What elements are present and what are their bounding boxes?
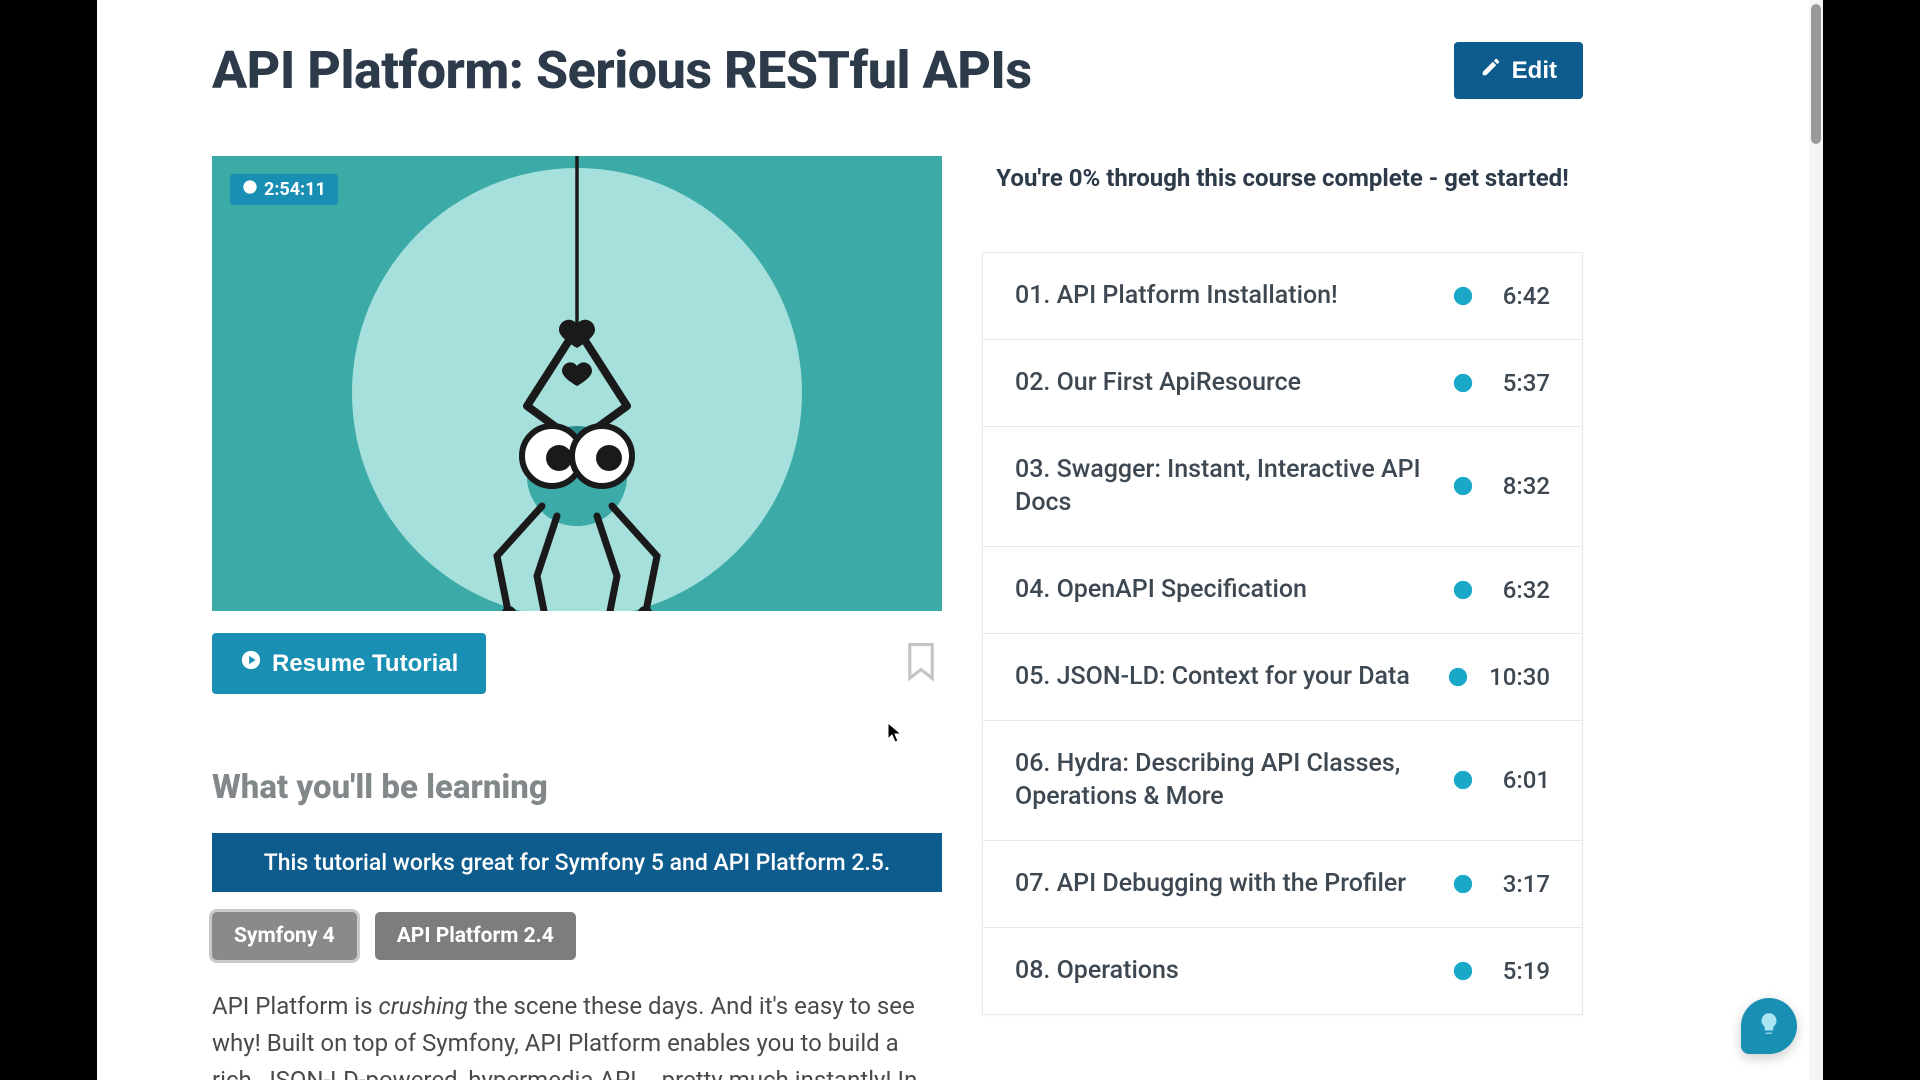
chapter-title: 08. Operations: [1015, 954, 1452, 988]
chapter-item[interactable]: 03. Swagger: Instant, Interactive API Do…: [983, 427, 1582, 548]
play-icon: [240, 649, 262, 678]
chapter-title: 01. API Platform Installation!: [1015, 279, 1452, 313]
page-viewport: API Platform: Serious RESTful APIs Edit: [97, 0, 1823, 1080]
scrollbar-thumb[interactable]: [1811, 4, 1821, 144]
duration-badge: 2:54:11: [230, 174, 338, 205]
desc-pre: API Platform is: [212, 992, 379, 1020]
chapter-time: 6:01: [1494, 766, 1550, 794]
clock-icon: [1452, 960, 1474, 982]
chapter-title: 06. Hydra: Describing API Classes, Opera…: [1015, 747, 1452, 815]
chapter-item[interactable]: 04. OpenAPI Specification 6:32: [983, 547, 1582, 634]
right-column: You're 0% through this course complete -…: [982, 156, 1583, 1080]
duration-text: 2:54:11: [264, 179, 326, 200]
bookmark-icon: [906, 667, 936, 686]
chapter-time: 5:19: [1494, 957, 1550, 985]
chapter-title: 05. JSON-LD: Context for your Data: [1015, 660, 1447, 694]
chapter-item[interactable]: 01. API Platform Installation! 6:42: [983, 253, 1582, 340]
chapter-item[interactable]: 05. JSON-LD: Context for your Data 10:30: [983, 634, 1582, 721]
chapter-item[interactable]: 06. Hydra: Describing API Classes, Opera…: [983, 721, 1582, 842]
clock-icon: [1452, 475, 1474, 497]
info-banner: This tutorial works great for Symfony 5 …: [212, 833, 942, 892]
chapter-list: 01. API Platform Installation! 6:42 02. Ou…: [982, 252, 1583, 1015]
clock-icon: [1452, 372, 1474, 394]
resume-button[interactable]: Resume Tutorial: [212, 633, 486, 694]
spider-illustration: [427, 156, 727, 611]
content-area: API Platform: Serious RESTful APIs Edit: [97, 0, 1823, 1080]
chapter-time: 8:32: [1494, 472, 1550, 500]
below-thumbnail-row: Resume Tutorial: [212, 633, 942, 694]
help-button[interactable]: [1741, 998, 1797, 1054]
chapter-item[interactable]: 07. API Debugging with the Profiler 3:17: [983, 841, 1582, 928]
desc-em: crushing: [379, 992, 468, 1020]
clock-icon: [1447, 666, 1469, 688]
scrollbar-track: [1809, 0, 1823, 1080]
chapter-title: 07. API Debugging with the Profiler: [1015, 867, 1452, 901]
chapter-title: 02. Our First ApiResource: [1015, 366, 1452, 400]
main-row: 2:54:11 Resume Tutorial: [212, 156, 1773, 1080]
header-row: API Platform: Serious RESTful APIs Edit: [212, 40, 1773, 101]
clock-icon: [1452, 579, 1474, 601]
chapter-item[interactable]: 08. Operations 5:19: [983, 928, 1582, 1015]
tag-api-platform[interactable]: API Platform 2.4: [375, 912, 576, 960]
edit-icon: [1480, 56, 1502, 85]
learning-heading: What you'll be learning: [212, 768, 942, 807]
progress-message: You're 0% through this course complete -…: [982, 164, 1583, 192]
chapter-title: 04. OpenAPI Specification: [1015, 573, 1452, 607]
course-thumbnail[interactable]: 2:54:11: [212, 156, 942, 611]
edit-button[interactable]: Edit: [1454, 42, 1583, 99]
chapter-time: 6:42: [1494, 282, 1550, 310]
clock-icon: [1452, 873, 1474, 895]
lightbulb-icon: [1756, 1011, 1782, 1041]
clock-icon: [242, 179, 258, 200]
clock-icon: [1452, 285, 1474, 307]
chapter-title: 03. Swagger: Instant, Interactive API Do…: [1015, 453, 1452, 521]
bookmark-button[interactable]: [906, 642, 940, 686]
chapter-time: 6:32: [1494, 576, 1550, 604]
resume-label: Resume Tutorial: [272, 650, 458, 678]
clock-icon: [1452, 769, 1474, 791]
page-title: API Platform: Serious RESTful APIs: [212, 40, 1032, 101]
left-column: 2:54:11 Resume Tutorial: [212, 156, 942, 1080]
edit-label: Edit: [1512, 57, 1557, 85]
chapter-time: 3:17: [1494, 870, 1550, 898]
course-description: API Platform is crushing the scene these…: [212, 988, 942, 1080]
tag-row: Symfony 4 API Platform 2.4: [212, 912, 942, 960]
tag-symfony[interactable]: Symfony 4: [212, 912, 357, 960]
chapter-item[interactable]: 02. Our First ApiResource 5:37: [983, 340, 1582, 427]
chapter-time: 5:37: [1494, 369, 1550, 397]
chapter-time: 10:30: [1489, 663, 1550, 691]
